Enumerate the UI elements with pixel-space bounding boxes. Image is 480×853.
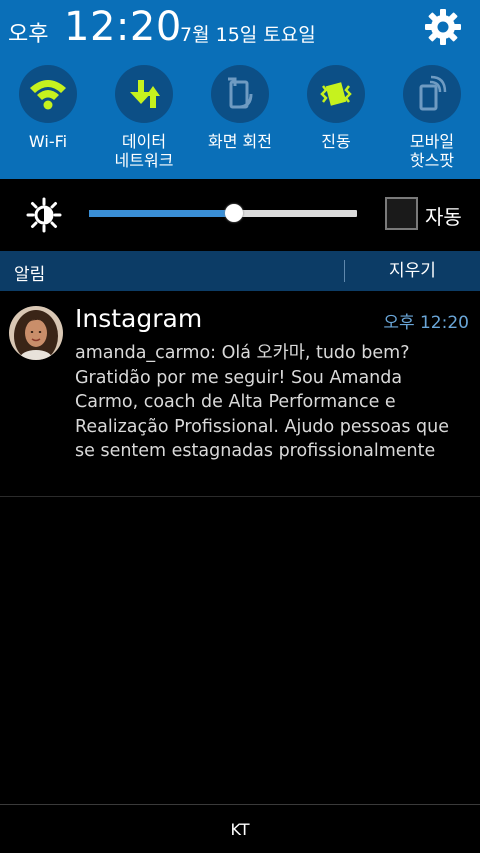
toggle-circle <box>19 65 77 123</box>
notification-body: amanda_carmo: Olá 오카마, tudo bem? Gratidã… <box>75 343 449 461</box>
toggle-mobile-hotspot[interactable]: 모바일 핫스팟 <box>384 62 480 174</box>
toggle-label: 데이터 네트워크 <box>114 132 174 170</box>
data-network-icon <box>130 80 160 108</box>
ampm-label: 오후 <box>8 22 49 47</box>
toggle-vibrate[interactable]: 진동 <box>288 62 384 174</box>
notification-divider <box>0 496 480 497</box>
wifi-icon <box>30 80 66 110</box>
toggle-label: 모바일 핫스팟 <box>409 132 455 170</box>
clock-time: 12:20 <box>64 4 182 50</box>
brightness-slider-thumb[interactable] <box>225 204 243 222</box>
brightness-slider[interactable] <box>89 210 357 217</box>
auto-brightness-label: 자동 <box>425 205 462 229</box>
status-row: 오후 12:20 7월 15일 토요일 <box>0 0 480 56</box>
brightness-slider-fill <box>89 210 234 217</box>
toggle-circle <box>403 65 461 123</box>
toggle-circle <box>115 65 173 123</box>
date-label: 7월 15일 토요일 <box>180 24 316 46</box>
carrier-label: KT <box>230 820 250 839</box>
instagram-notification[interactable]: Instagram 오후 12:20 amanda_carmo: Olá 오카마… <box>0 292 480 496</box>
toggle-screen-rotation[interactable]: 화면 회전 <box>192 62 288 174</box>
notifications-title: 알림 <box>14 265 46 285</box>
clear-notifications-button[interactable]: 지우기 <box>345 251 480 291</box>
toggle-label: 진동 <box>321 132 351 151</box>
bottom-divider <box>0 804 480 805</box>
vibrate-icon <box>320 82 352 106</box>
toggle-label: 화면 회전 <box>208 132 272 151</box>
toggle-circle <box>211 65 269 123</box>
notification-time: 오후 12:20 <box>383 313 469 333</box>
quick-toggles: Wi-Fi 데이터 네트워크 화면 회전 진동 모바일 핫스팟 <box>0 62 480 174</box>
toggle-circle <box>307 65 365 123</box>
settings-gear-icon[interactable] <box>422 6 464 48</box>
toggle-label: Wi-Fi <box>28 132 68 151</box>
notifications-header: 알림 지우기 <box>0 251 480 291</box>
brightness-sun-icon <box>26 197 62 233</box>
toggle-wifi[interactable]: Wi-Fi <box>0 62 96 174</box>
notification-app-name: Instagram <box>75 304 203 333</box>
auto-brightness-checkbox[interactable] <box>385 197 418 230</box>
toggle-data-network[interactable]: 데이터 네트워크 <box>96 62 192 174</box>
mobile-hotspot-icon <box>419 75 447 111</box>
quick-settings-panel: 오후 12:20 7월 15일 토요일 Wi-Fi 데이터 네트워크 화면 회전… <box>0 0 480 179</box>
avatar <box>9 306 63 360</box>
screen-rotation-icon <box>228 77 253 109</box>
